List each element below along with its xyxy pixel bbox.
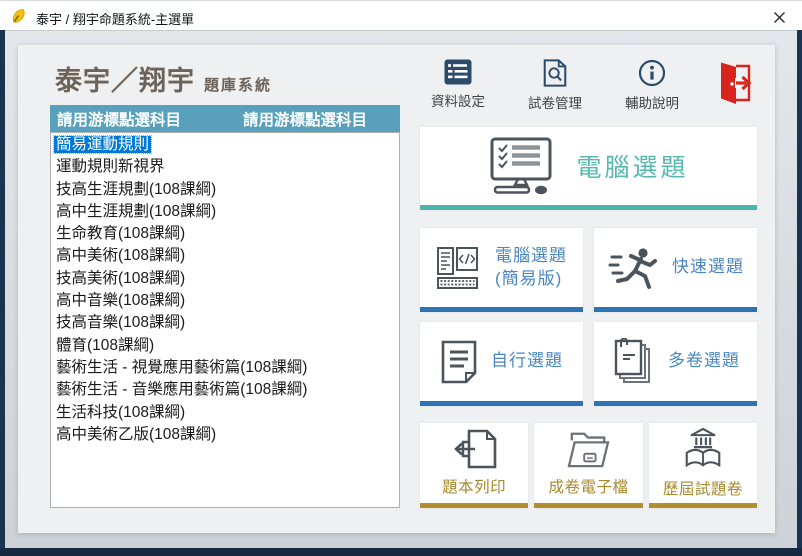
- computer-select-button[interactable]: 電腦選題: [420, 127, 757, 210]
- export-document-icon: [451, 429, 497, 469]
- print-booklet-label: 題本列印: [442, 475, 506, 497]
- window-title: 泰宇 / 翔宇命題系統-主選單: [36, 9, 194, 28]
- past-papers-button[interactable]: 歷屆試題卷: [649, 423, 757, 508]
- print-booklet-button[interactable]: 題本列印: [420, 423, 528, 508]
- data-settings-label: 資料設定: [431, 90, 485, 110]
- top-toolbar: 資料設定 試卷管理 輔助說明: [420, 59, 757, 113]
- brand-tagline: 題庫系統: [204, 77, 272, 94]
- brand-name: 泰宇／翔宇: [55, 66, 195, 96]
- exit-door-icon: [714, 61, 754, 105]
- app-logo-icon: [10, 7, 28, 25]
- subject-item[interactable]: 技高生涯規劃(108課綱): [54, 179, 399, 201]
- past-papers-label: 歷屆試題卷: [663, 477, 743, 499]
- quick-select-button[interactable]: 快速選題: [594, 228, 757, 312]
- multi-paper-select-button[interactable]: 多卷選題: [594, 322, 757, 406]
- subject-item[interactable]: 高中美術(108課綱): [54, 245, 399, 267]
- window-border-bottom: [0, 548, 802, 556]
- help-button[interactable]: 輔助說明: [614, 59, 690, 113]
- menu-row-4: 題本列印 成卷電子檔 歷屆試題卷: [420, 423, 757, 508]
- self-select-button[interactable]: 自行選題: [420, 322, 583, 406]
- subject-item[interactable]: 技高音樂(108課綱): [54, 312, 399, 334]
- window-border-right: [797, 30, 802, 556]
- document-lines-icon: [440, 340, 478, 384]
- paper-stack-icon: [611, 338, 655, 386]
- self-select-label: 自行選題: [491, 350, 563, 373]
- subject-item[interactable]: 高中音樂(108課綱): [54, 290, 399, 312]
- close-icon: [773, 11, 786, 24]
- computer-select-simple-label: 電腦選題(簡易版): [495, 245, 567, 291]
- efile-label: 成卷電子檔: [548, 475, 628, 497]
- subject-list-header-right: 請用游標點選科目: [243, 108, 367, 130]
- exam-management-label: 試卷管理: [528, 92, 582, 112]
- title-bar: 泰宇 / 翔宇命題系統-主選單: [0, 0, 802, 30]
- subject-item[interactable]: 技高美術(108課綱): [54, 268, 399, 290]
- close-button[interactable]: [764, 5, 794, 29]
- subject-item[interactable]: 藝術生活 - 音樂應用藝術篇(108課綱): [54, 379, 399, 401]
- subject-item-selected[interactable]: 簡易運動規則: [54, 134, 399, 156]
- help-info-icon: [638, 59, 666, 87]
- subject-item[interactable]: 生命教育(108課綱): [54, 223, 399, 245]
- subject-list-header-left: 請用游標點選科目: [57, 108, 181, 130]
- subject-item[interactable]: 藝術生活 - 視覺應用藝術篇(108課綱): [54, 357, 399, 379]
- exam-management-button[interactable]: 試卷管理: [517, 59, 593, 113]
- data-settings-icon: [444, 59, 472, 85]
- window-border-left: [0, 30, 5, 556]
- menu-row-3: 自行選題 多卷選題: [420, 322, 757, 406]
- computer-keyboard-icon: [436, 245, 482, 291]
- main-panel: 泰宇／翔宇題庫系統 請用游標點選科目 請用游標點選科目 簡易運動規則 運動規則新…: [18, 45, 775, 533]
- app-window: 泰宇 / 翔宇命題系統-主選單 泰宇／翔宇題庫系統 請用游標點選科目 請用游標點…: [0, 0, 802, 556]
- subject-listbox[interactable]: 簡易運動規則 運動規則新視界 技高生涯規劃(108課綱) 高中生涯規劃(108課…: [50, 132, 400, 508]
- efile-button[interactable]: 成卷電子檔: [534, 423, 642, 508]
- computer-select-simple-button[interactable]: 電腦選題(簡易版): [420, 228, 583, 312]
- subject-item[interactable]: 生活科技(108課綱): [54, 402, 399, 424]
- multi-paper-select-label: 多卷選題: [668, 350, 740, 373]
- help-label: 輔助說明: [625, 92, 679, 112]
- runner-icon: [607, 245, 659, 291]
- archive-bank-icon: [681, 427, 725, 471]
- quick-select-label: 快速選題: [672, 256, 744, 279]
- exit-button[interactable]: [711, 59, 757, 113]
- data-settings-button[interactable]: 資料設定: [420, 59, 496, 113]
- subject-item[interactable]: 運動規則新視界: [54, 156, 399, 178]
- brand-heading: 泰宇／翔宇題庫系統: [55, 59, 272, 98]
- menu-row-2: 電腦選題(簡易版) 快速選題: [420, 228, 757, 312]
- computer-checklist-icon: [488, 137, 554, 195]
- subject-list-header: 請用游標點選科目 請用游標點選科目: [50, 105, 400, 132]
- subject-item[interactable]: 高中美術乙版(108課綱): [54, 424, 399, 446]
- folder-icon: [564, 429, 612, 469]
- computer-select-label: 電腦選題: [576, 148, 688, 184]
- subject-item[interactable]: 體育(108課綱): [54, 335, 399, 357]
- exam-management-icon: [542, 59, 568, 87]
- subject-item[interactable]: 高中生涯規劃(108課綱): [54, 201, 399, 223]
